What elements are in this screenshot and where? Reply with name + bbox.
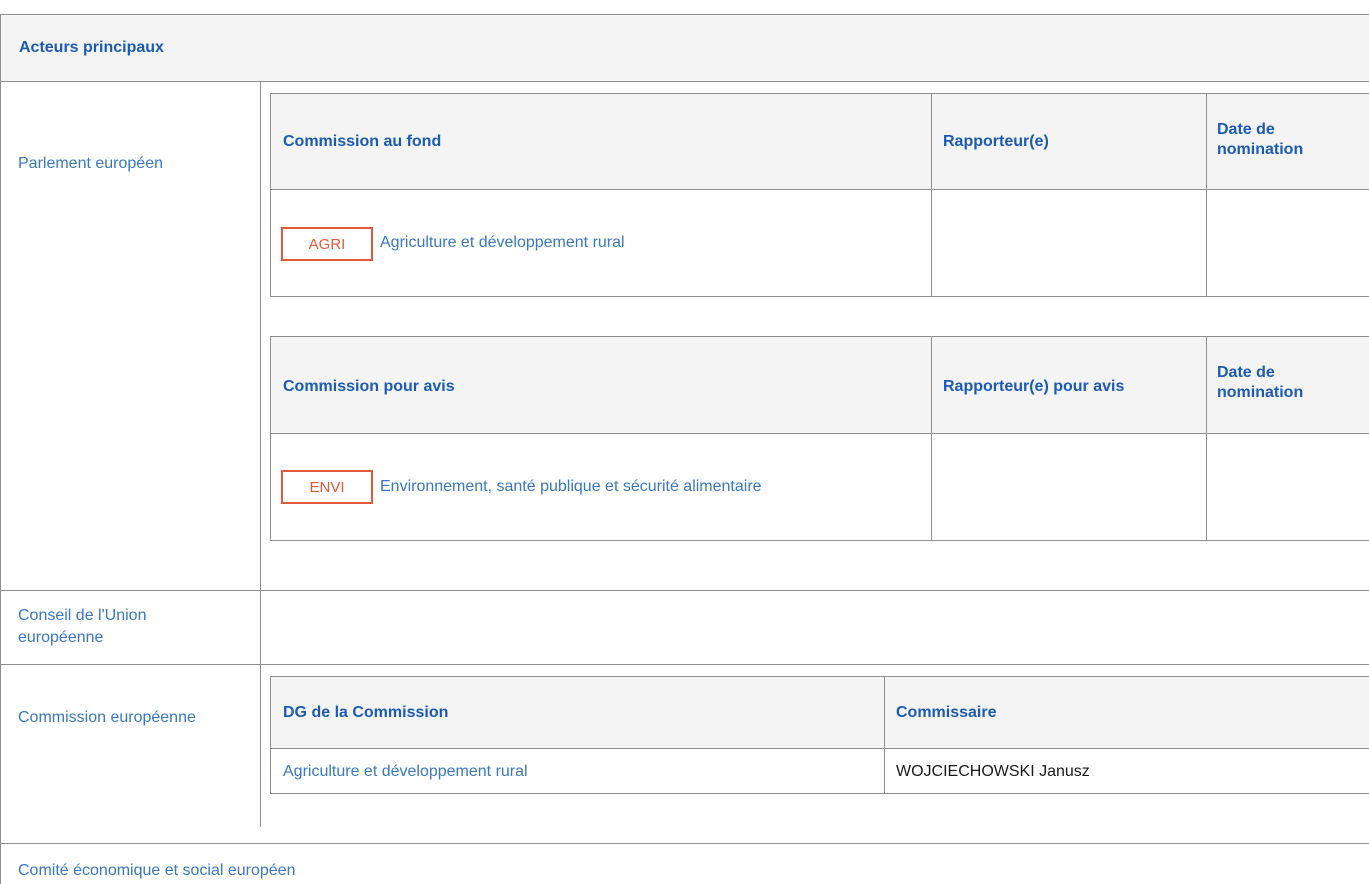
column-header-date: Date de nomination bbox=[1217, 121, 1304, 158]
committee-code-badge[interactable]: AGRI bbox=[281, 227, 373, 261]
column-header-rapporteur: Rapporteur(e) pour avis bbox=[943, 378, 1125, 395]
commissioner-name: WOJCIECHOWSKI Janusz bbox=[896, 763, 1090, 780]
actor-conseil-link[interactable]: Conseil de l'Union européenne bbox=[18, 605, 218, 649]
committee-code: AGRI bbox=[308, 235, 346, 253]
column-divider bbox=[884, 677, 885, 793]
opinion-committee-table: Commission pour avis Rapporteur(e) pour … bbox=[270, 336, 1369, 541]
row-divider bbox=[0, 664, 1369, 665]
actor-commission-link[interactable]: Commission européenne bbox=[18, 707, 196, 729]
row-divider bbox=[0, 590, 1369, 591]
column-header-committee: Commission au fond bbox=[283, 133, 442, 150]
column-divider bbox=[931, 337, 932, 540]
row-divider bbox=[0, 843, 1369, 844]
column-header-dg: DG de la Commission bbox=[283, 704, 449, 721]
committee-name-link[interactable]: Environnement, santé publique et sécurit… bbox=[380, 478, 762, 496]
dg-name-link[interactable]: Agriculture et développement rural bbox=[283, 763, 528, 781]
table-header-row: Commission pour avis Rapporteur(e) pour … bbox=[271, 337, 1369, 434]
committee-name-link[interactable]: Agriculture et développement rural bbox=[380, 234, 625, 252]
column-divider bbox=[931, 94, 932, 296]
column-divider bbox=[1206, 94, 1207, 296]
table-header-row: Commission au fond Rapporteur(e) Date de… bbox=[271, 94, 1369, 190]
actor-cese-link[interactable]: Comité économique et social européen bbox=[18, 860, 296, 882]
column-header-date: Date de nomination bbox=[1217, 364, 1304, 401]
column-header-commissioner: Commissaire bbox=[896, 704, 997, 721]
committee-code: ENVI bbox=[309, 478, 345, 496]
badge-divider bbox=[372, 227, 373, 261]
actor-column-divider bbox=[260, 82, 261, 827]
actor-parlement-link[interactable]: Parlement européen bbox=[18, 153, 163, 175]
table-header-row: DG de la Commission Commissaire bbox=[271, 677, 1369, 749]
column-header-rapporteur: Rapporteur(e) bbox=[943, 133, 1049, 150]
committee-code-badge[interactable]: ENVI bbox=[281, 470, 373, 504]
section-header: Acteurs principaux bbox=[0, 14, 1369, 82]
badge-divider bbox=[372, 470, 373, 504]
commission-dg-table: DG de la Commission Commissaire Agricult… bbox=[270, 676, 1369, 794]
column-divider bbox=[1206, 337, 1207, 540]
section-title: Acteurs principaux bbox=[19, 39, 164, 56]
lead-committee-table: Commission au fond Rapporteur(e) Date de… bbox=[270, 93, 1369, 297]
column-header-committee: Commission pour avis bbox=[283, 378, 455, 395]
